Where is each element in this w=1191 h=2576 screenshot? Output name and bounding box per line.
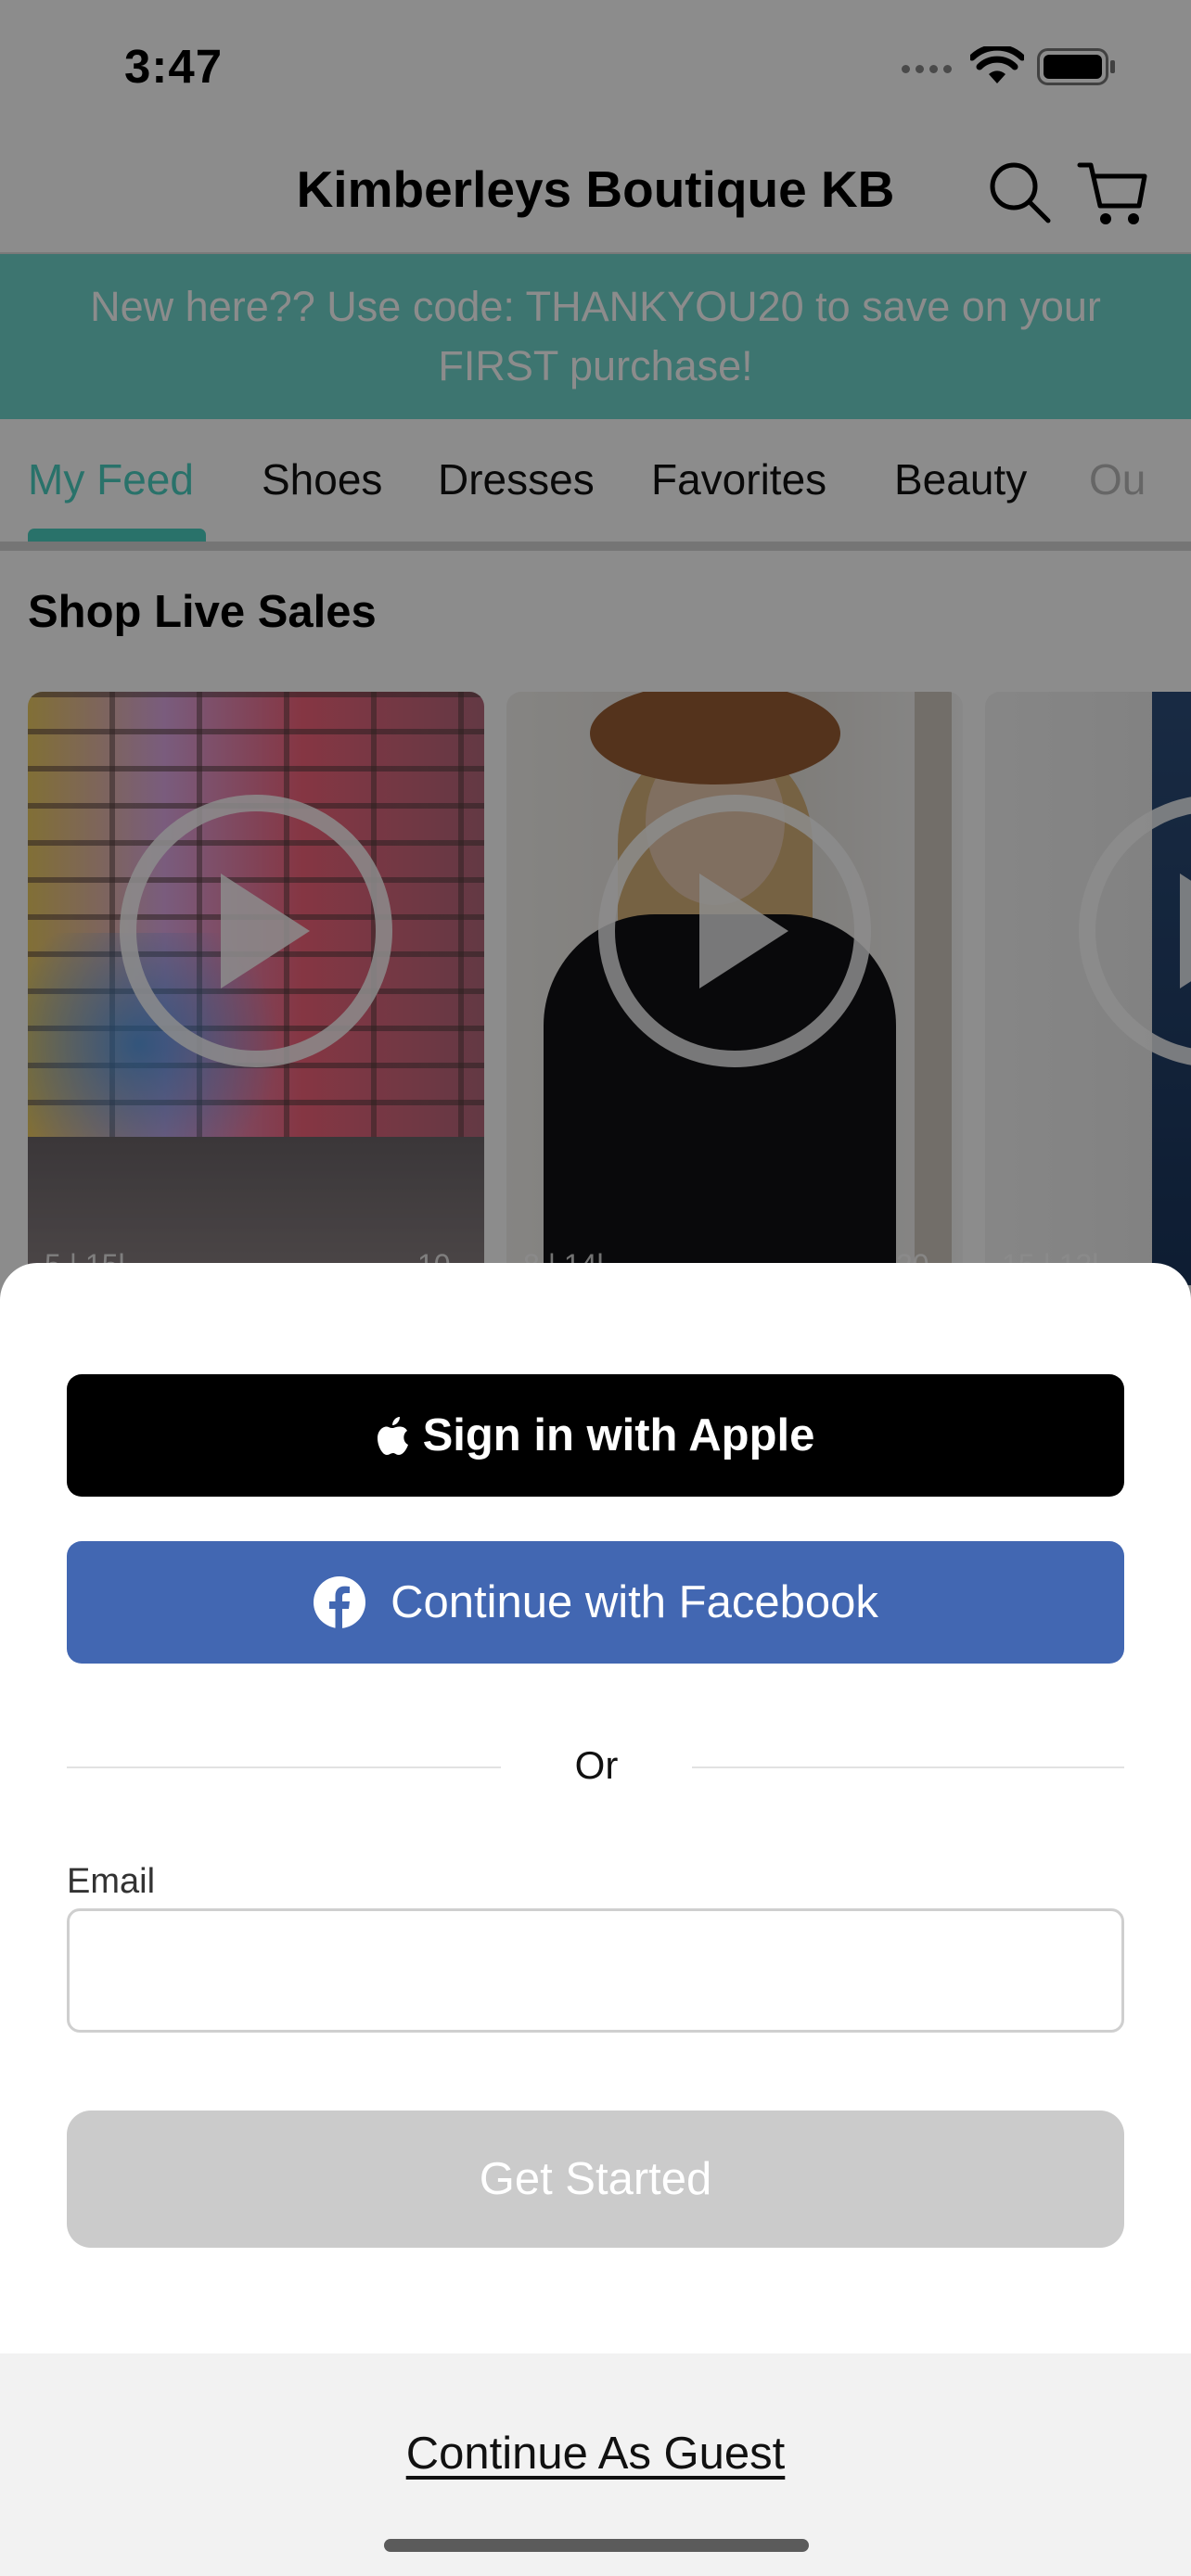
sign-in-with-apple-button[interactable]: Sign in with Apple (67, 1374, 1124, 1497)
home-indicator (384, 2539, 809, 2552)
email-label: Email (67, 1862, 156, 1901)
apple-icon (377, 1417, 408, 1455)
continue-with-facebook-button[interactable]: Continue with Facebook (67, 1541, 1124, 1664)
continue-as-guest-link[interactable]: Continue As Guest (0, 2428, 1191, 2480)
apple-button-label: Sign in with Apple (422, 1410, 815, 1460)
divider-line (67, 1766, 501, 1768)
facebook-button-label: Continue with Facebook (391, 1577, 878, 1627)
facebook-icon (314, 1576, 366, 1628)
or-divider: Or (574, 1743, 619, 1787)
guest-footer: Continue As Guest (0, 2353, 1191, 2576)
divider-line (692, 1766, 1124, 1768)
email-field[interactable] (67, 1908, 1124, 2033)
get-started-button[interactable]: Get Started (67, 2111, 1124, 2248)
sign-in-sheet: Sign in with Apple Continue with Faceboo… (0, 1263, 1191, 2576)
